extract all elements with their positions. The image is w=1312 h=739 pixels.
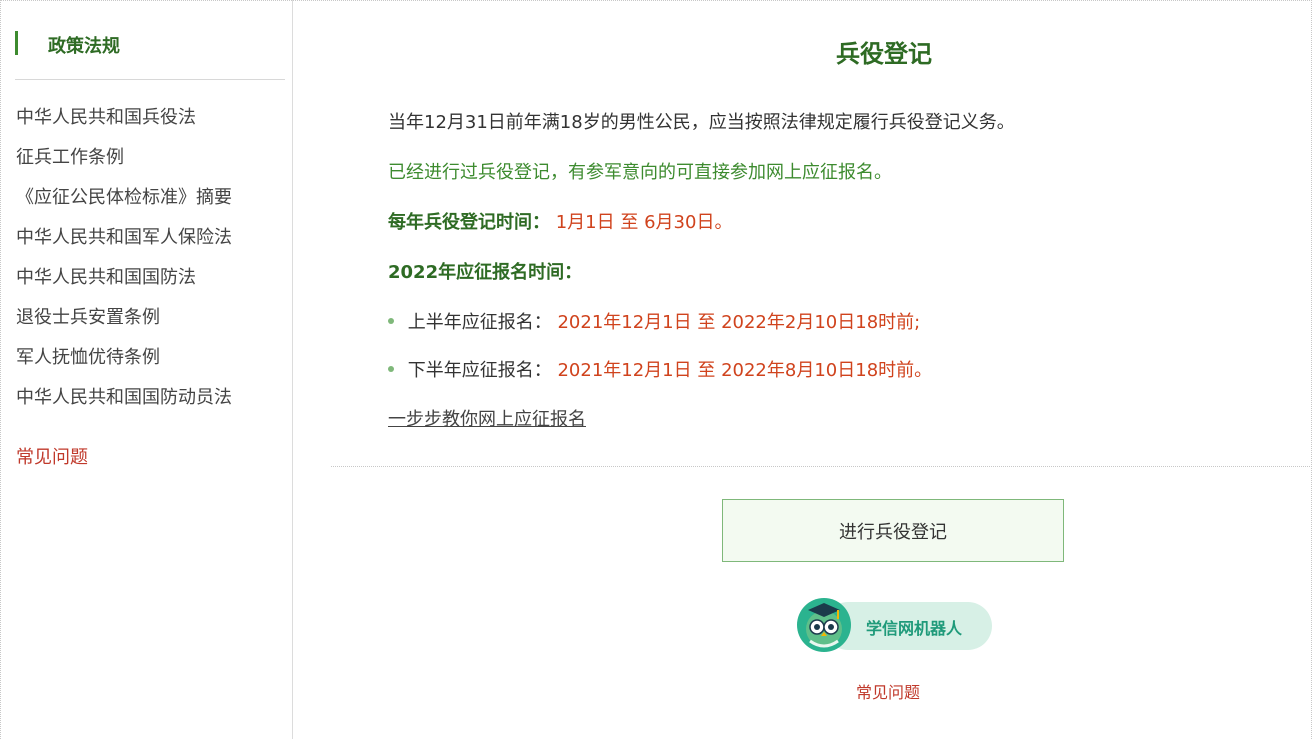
- sidebar-item-military-insurance-law[interactable]: 中华人民共和国军人保险法: [16, 226, 232, 266]
- sidebar: 政策法规 中华人民共和国兵役法 征兵工作条例 《应征公民体检标准》摘要 中华人民…: [0, 0, 293, 739]
- sidebar-faq-link[interactable]: 常见问题: [16, 443, 88, 469]
- page-title: 兵役登记: [836, 40, 932, 68]
- online-application-guide-link[interactable]: 一步步教你网上应征报名: [388, 405, 586, 431]
- already-registered-note: 已经进行过兵役登记，有参军意向的可直接参加网上应征报名。: [388, 162, 892, 183]
- first-half-value: 2021年12月1日 至 2022年2月10日18时前;: [557, 312, 921, 333]
- intro-text: 当年12月31日前年满18岁的男性公民，应当按照法律规定履行兵役登记义务。: [388, 112, 1015, 133]
- sidebar-item-military-pension-regulations[interactable]: 军人抚恤优待条例: [16, 346, 232, 386]
- military-registration-button[interactable]: 进行兵役登记: [722, 499, 1064, 562]
- sidebar-item-defense-mobilization-law[interactable]: 中华人民共和国国防动员法: [16, 386, 232, 426]
- section-divider: [331, 466, 1312, 467]
- bullet-icon: [388, 366, 394, 372]
- registration-time-row: 每年兵役登记时间： 1月1日 至 6月30日。: [388, 208, 732, 234]
- second-half-value: 2021年12月1日 至 2022年8月10日18时前。: [557, 360, 933, 381]
- sidebar-item-conscription-regulations[interactable]: 征兵工作条例: [16, 146, 232, 186]
- registration-time-label: 每年兵役登记时间：: [388, 212, 550, 233]
- chatbot-button[interactable]: 学信网机器人: [796, 597, 992, 653]
- owl-robot-icon: [797, 598, 851, 652]
- sidebar-title-accent: [15, 31, 18, 55]
- first-half-row: 上半年应征报名： 2021年12月1日 至 2022年2月10日18时前;: [388, 308, 920, 334]
- second-half-label: 下半年应征报名：: [407, 360, 552, 381]
- sidebar-item-national-defense-law[interactable]: 中华人民共和国国防法: [16, 266, 232, 306]
- second-half-row: 下半年应征报名： 2021年12月1日 至 2022年8月10日18时前。: [388, 356, 932, 382]
- sidebar-list: 中华人民共和国兵役法 征兵工作条例 《应征公民体检标准》摘要 中华人民共和国军人…: [16, 106, 232, 426]
- sidebar-title: 政策法规: [48, 36, 120, 57]
- sidebar-item-veteran-placement-regulations[interactable]: 退役士兵安置条例: [16, 306, 232, 346]
- apply-time-heading: 2022年应征报名时间：: [388, 262, 583, 283]
- sidebar-item-physical-exam-standard[interactable]: 《应征公民体检标准》摘要: [16, 186, 232, 226]
- chatbot-label: 学信网机器人: [866, 619, 963, 638]
- sidebar-divider: [15, 79, 285, 80]
- registration-time-value: 1月1日 至 6月30日。: [555, 212, 733, 233]
- sidebar-item-military-service-law[interactable]: 中华人民共和国兵役法: [16, 106, 232, 146]
- faq-link[interactable]: 常见问题: [856, 679, 920, 703]
- first-half-label: 上半年应征报名：: [407, 312, 552, 333]
- bullet-icon: [388, 318, 394, 324]
- main-content: 当年12月31日前年满18岁的男性公民，应当按照法律规定履行兵役登记义务。 已经…: [294, 0, 1312, 739]
